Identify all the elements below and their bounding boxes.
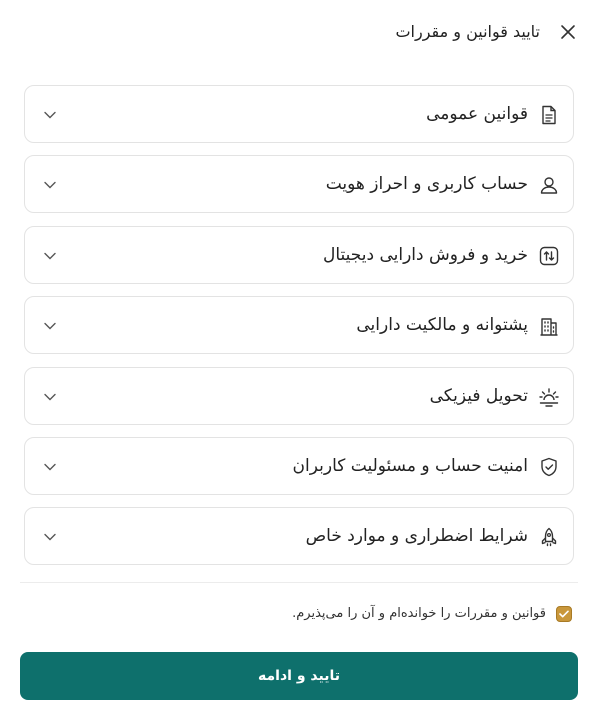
close-button[interactable] — [558, 22, 578, 42]
chevron-down-icon — [43, 460, 57, 474]
chevron-down-icon — [43, 249, 57, 263]
chevron-down-icon — [43, 319, 57, 333]
close-icon — [561, 25, 575, 39]
agreement-checkbox[interactable] — [556, 606, 572, 622]
section-label: حساب کاربری و احراز هویت — [325, 174, 528, 195]
section-general-rules[interactable]: قوانین عمومی — [24, 85, 574, 143]
chevron-down-icon — [43, 178, 57, 192]
section-physical-delivery[interactable]: تحویل فیزیکی — [24, 366, 574, 425]
section-label: پشتوانه و مالکیت دارایی — [356, 315, 528, 336]
divider — [20, 582, 578, 583]
chevron-down-icon — [43, 108, 57, 122]
check-icon — [559, 610, 569, 618]
section-label: تحویل فیزیکی — [429, 385, 528, 406]
sections-list: قوانین عمومی حساب کاربری و احراز هویت خر… — [24, 85, 574, 578]
section-label: شرایط اضطراری و موارد خاص — [305, 526, 528, 547]
user-icon — [539, 175, 559, 195]
confirm-continue-button[interactable]: تایید و ادامه — [20, 652, 578, 700]
section-label: خرید و فروش دارایی دیجیتال — [322, 244, 528, 265]
section-label: قوانین عمومی — [426, 104, 528, 124]
section-asset-backing[interactable]: پشتوانه و مالکیت دارایی — [24, 296, 574, 355]
terms-dialog: تایید قوانین و مقررات قوانین عمومی حساب … — [0, 0, 596, 714]
dialog-title: تایید قوانین و مقررات — [395, 22, 540, 41]
agreement-row: قوانین و مقررات را خوانده‌ام و آن را می‌… — [292, 604, 572, 624]
section-account-verification[interactable]: حساب کاربری و احراز هویت — [24, 155, 574, 214]
section-emergency-conditions[interactable]: شرایط اضطراری و موارد خاص — [24, 507, 574, 566]
rocket-icon — [539, 527, 559, 547]
section-label: امنیت حساب و مسئولیت کاربران — [292, 455, 528, 476]
section-account-security[interactable]: امنیت حساب و مسئولیت کاربران — [24, 436, 574, 495]
dialog-header: تایید قوانین و مقررات — [0, 0, 596, 64]
agreement-label: قوانین و مقررات را خوانده‌ام و آن را می‌… — [292, 606, 546, 621]
section-buy-sell[interactable]: خرید و فروش دارایی دیجیتال — [24, 225, 574, 284]
document-icon — [539, 105, 559, 125]
chevron-down-icon — [43, 530, 57, 544]
delivery-icon — [539, 387, 559, 407]
shield-icon — [539, 457, 559, 477]
building-icon — [539, 316, 559, 336]
chevron-down-icon — [43, 390, 57, 404]
exchange-icon — [539, 246, 559, 266]
